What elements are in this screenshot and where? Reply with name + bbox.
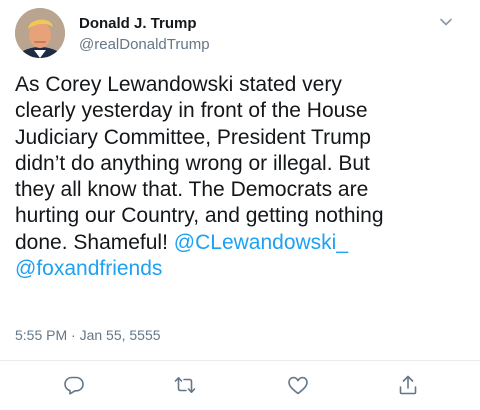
tweet-text-line: clearly yesterday in front of the House (15, 99, 368, 123)
divider (0, 360, 480, 361)
share-button[interactable] (396, 373, 420, 397)
tweet-text-line: they all know that. The Democrats are (15, 178, 369, 202)
tweet-text-line: @foxandfriends (15, 256, 470, 282)
tweet-text: As Corey Lewandowski stated very clearly… (15, 72, 470, 282)
tweet-text-line: hurting our Country, and getting nothing (15, 204, 384, 228)
author-handle[interactable]: @realDonaldTrump (79, 36, 210, 53)
avatar-image (15, 8, 65, 58)
mention-link[interactable]: @foxandfriends (15, 257, 162, 280)
chevron-down-icon[interactable] (438, 14, 454, 30)
share-icon (399, 375, 417, 395)
author-avatar[interactable] (15, 8, 65, 58)
mention-link[interactable]: @CLewandowski_ (174, 231, 348, 254)
heart-icon (288, 376, 308, 395)
retweet-icon (174, 377, 196, 393)
tweet-timestamp[interactable]: 5:55 PM · Jan 55, 5555 (15, 327, 161, 343)
tweet-text-line-last: done. Shameful! @CLewandowski_ (15, 230, 470, 256)
reply-icon (64, 376, 84, 395)
tweet-text-line: Judiciary Committee, President Trump (15, 125, 371, 149)
tweet-text-line: As Corey Lewandowski stated very (15, 73, 342, 96)
reply-button[interactable] (62, 373, 86, 397)
tweet-text-fragment: done. Shameful! (15, 230, 174, 254)
like-button[interactable] (286, 373, 310, 397)
tweet-text-line: didn’t do anything wrong or illegal. But (15, 151, 370, 175)
retweet-button[interactable] (173, 373, 197, 397)
tweet-card: Donald J. Trump @realDonaldTrump As Core… (0, 0, 480, 410)
author-display-name[interactable]: Donald J. Trump (79, 15, 197, 32)
